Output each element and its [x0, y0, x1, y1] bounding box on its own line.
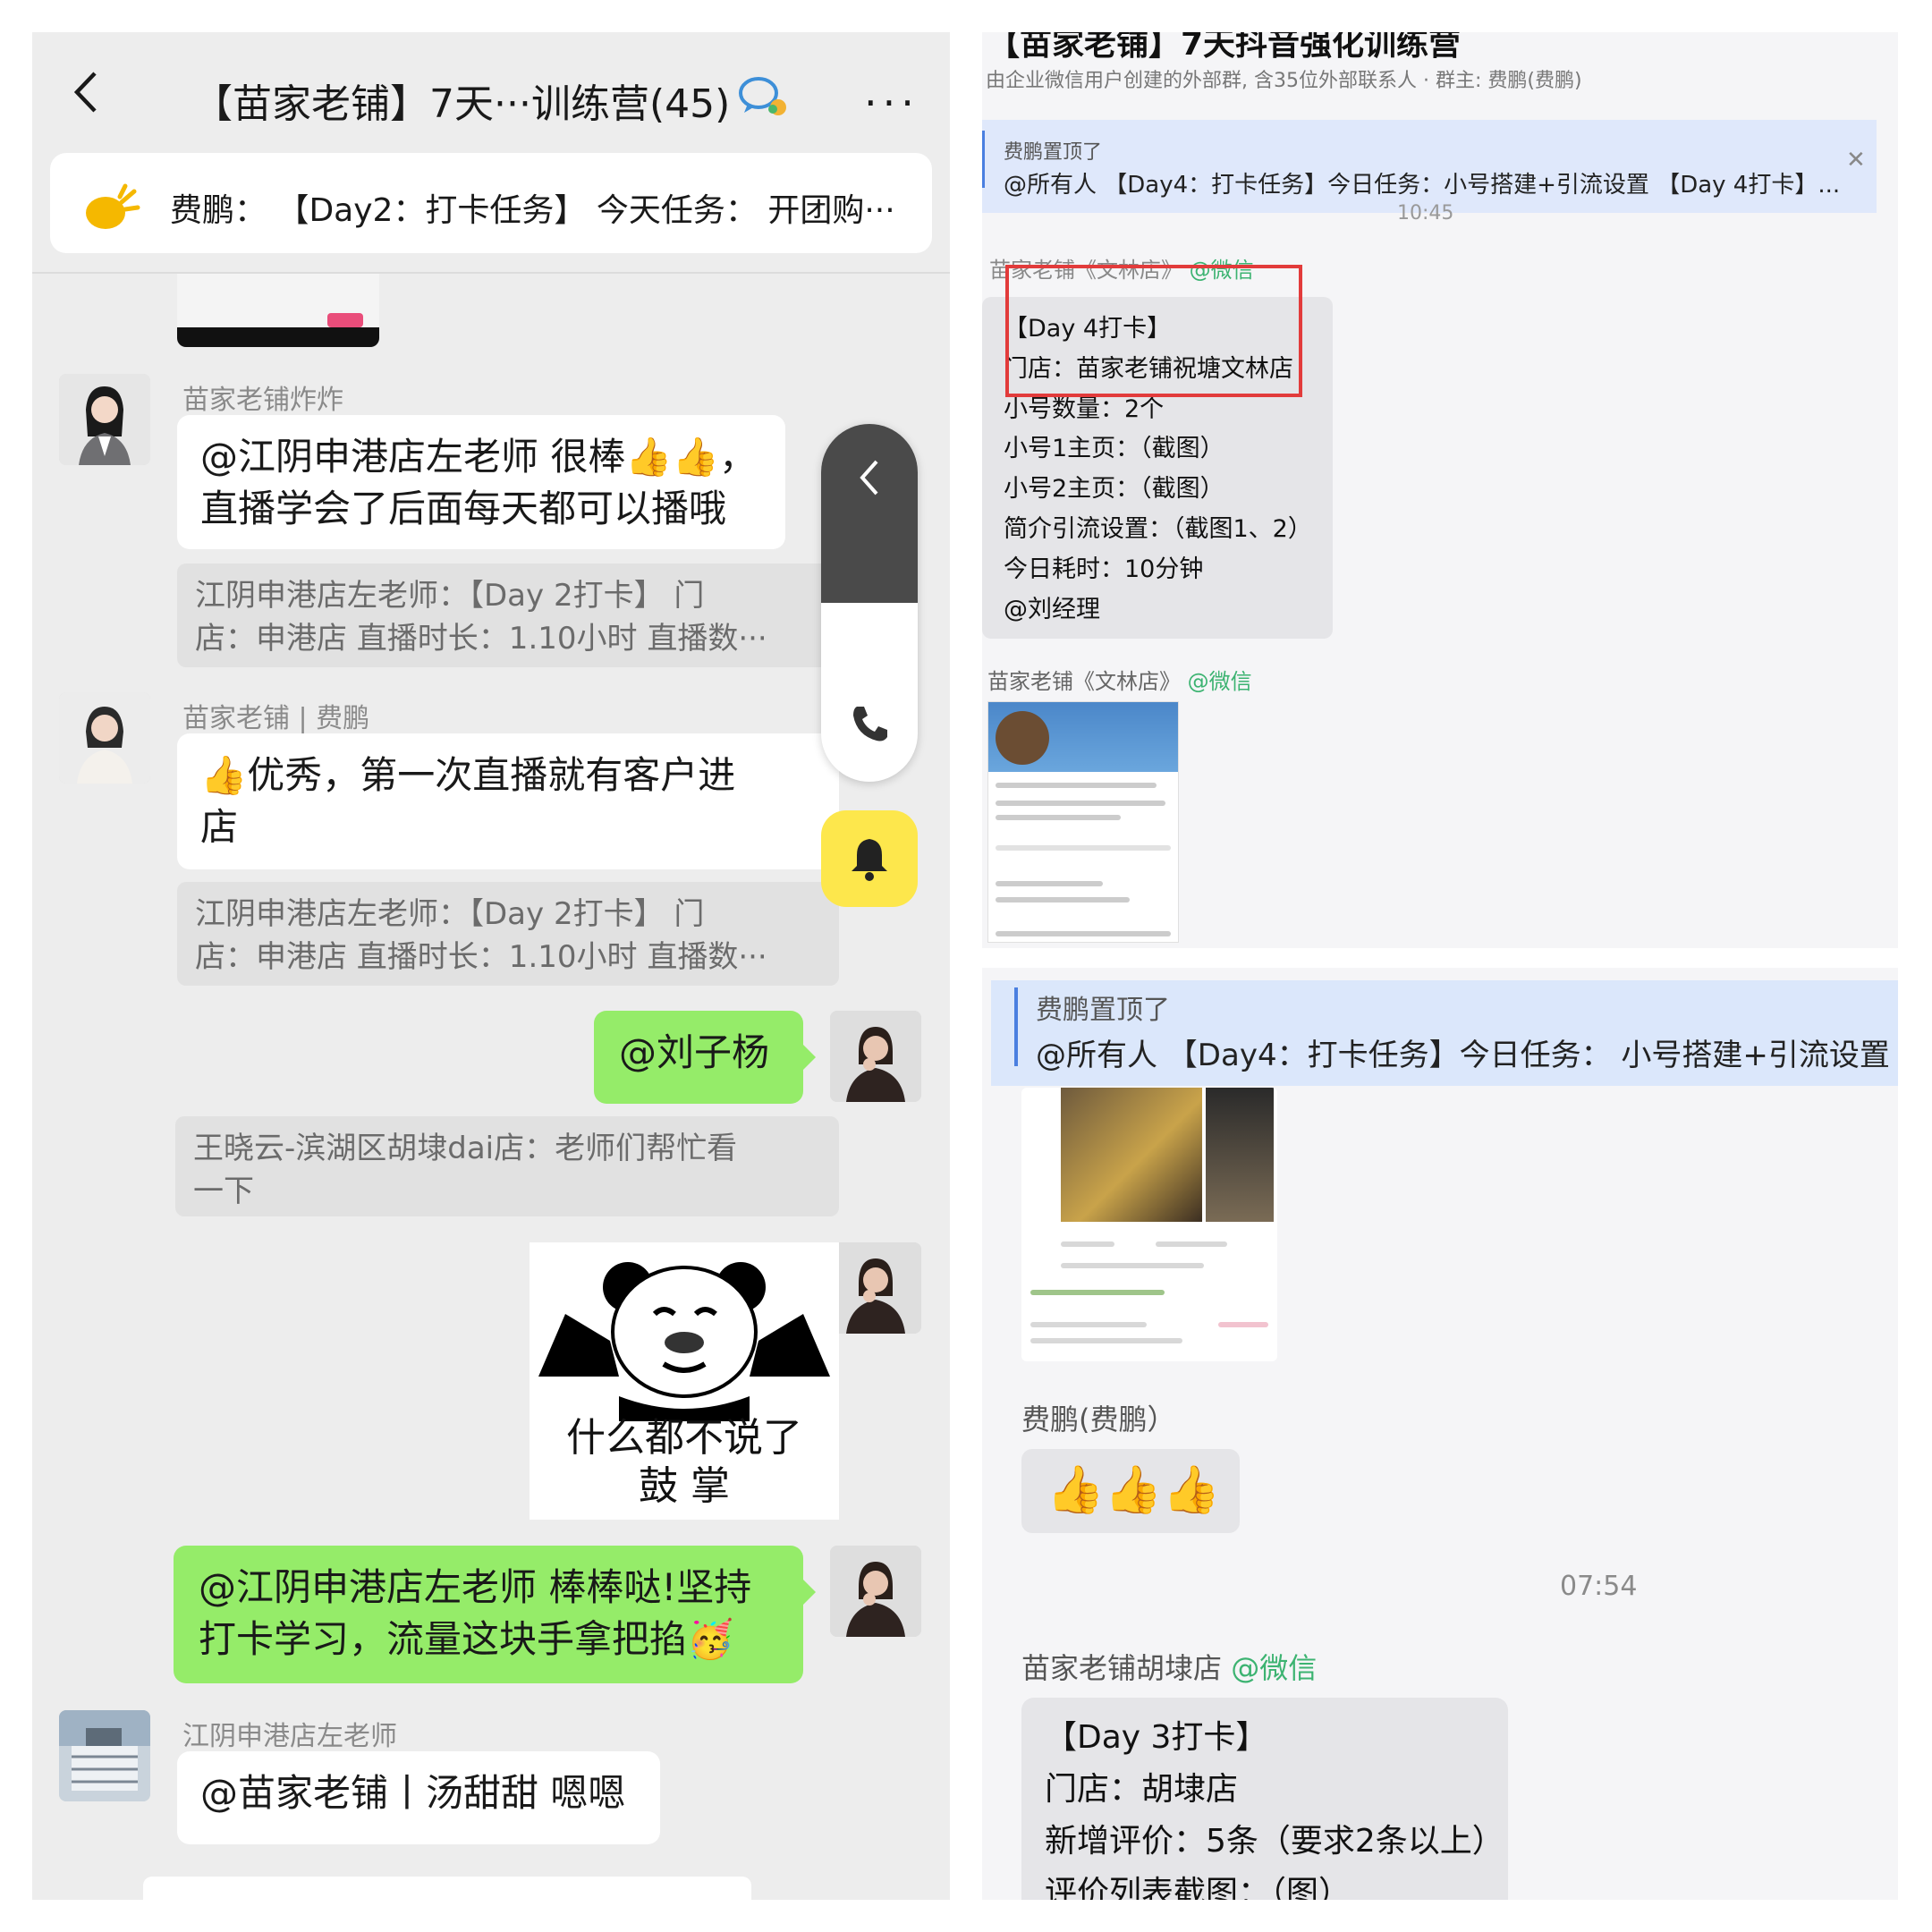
image-message-screenshot[interactable]: [1021, 1088, 1277, 1361]
desktop-chat-screen: 【苗家老铺】7天抖音强化训练营 由企业微信用户创建的外部群, 含35位外部联系人…: [982, 32, 1898, 1900]
avatar[interactable]: [59, 1710, 150, 1801]
message-text: @苗家老铺丨汤甜甜 嗯嗯: [200, 1771, 626, 1815]
bell-button[interactable]: [821, 810, 918, 907]
quoted-message[interactable]: 江阴申港店左老师：【Day 2打卡】 门 店：申港店 直播时长：1.10小时 直…: [177, 882, 839, 986]
sender-name: 苗家老铺炸炸: [182, 385, 343, 416]
avatar[interactable]: [830, 1011, 921, 1102]
quoted-message[interactable]: 王晓云-滨湖区胡埭dai店：老师们帮忙看 一下: [175, 1116, 839, 1216]
panda-meme-icon: [538, 1262, 830, 1421]
chat-title: 【苗家老铺】7天···训练营(45): [193, 81, 731, 127]
divider: [32, 272, 950, 274]
pinned-by: 费鹏置顶了: [1004, 141, 1103, 164]
pinned-message-text: 费鹏： 【Day2：打卡任务】 今天任务： 开团购···: [170, 192, 895, 229]
sender-label: 苗家老铺《文林店》: [987, 669, 1181, 694]
avatar[interactable]: [59, 692, 150, 784]
sticker-caption-line: 什么都不说了: [566, 1415, 802, 1461]
message-text-line: 店: [200, 805, 239, 849]
pinned-text: @所有人 【Day4：打卡任务】今日任务： 小号搭建+引流设置: [1036, 1038, 1890, 1073]
message-text-line: 打卡学习，流量这块手拿把掐🥳: [199, 1617, 734, 1661]
avatar[interactable]: [830, 1242, 921, 1334]
message-bubble-own[interactable]: @刘子杨: [594, 1011, 803, 1104]
pin-announcement-icon: [86, 183, 140, 229]
quote-line: 店：申港店 直播时长：1.10小时 直播数···: [195, 939, 767, 975]
message-bubble[interactable]: @江阴申港店左老师 很棒👍👍， 直播学会了后面每天都可以播哦: [177, 415, 785, 549]
pinned-by: 费鹏置顶了: [1036, 995, 1170, 1026]
quoted-message[interactable]: 江阴申港店左老师：【Day 2打卡】 门 店：申港店 直播时长：1.10小时 直…: [177, 564, 839, 667]
floating-call-widget[interactable]: [821, 424, 918, 782]
bubble-tail: [803, 1045, 816, 1070]
message-text: @刘子杨: [619, 1030, 770, 1074]
close-icon[interactable]: ✕: [1846, 147, 1866, 174]
group-title: 【苗家老铺】7天抖音强化训练营: [987, 32, 1462, 63]
pinned-text: @所有人 【Day4：打卡任务】今日任务：小号搭建+引流设置 【Day 4打卡】…: [1004, 172, 1841, 199]
message-bubble-own[interactable]: @江阴申港店左老师 棒棒哒!坚持 打卡学习，流量这块手拿把掐🥳: [174, 1546, 803, 1683]
wechat-tag: @微信: [1187, 669, 1252, 694]
message-input[interactable]: [143, 1877, 751, 1900]
sender-name: 费鹏(费鹏）: [1021, 1402, 1176, 1436]
group-subtitle: 由企业微信用户创建的外部群, 含35位外部联系人 · 群主: 费鹏(费鹏): [986, 70, 1582, 92]
bubble-tail: [803, 1580, 816, 1605]
message-bubble[interactable]: @苗家老铺丨汤甜甜 嗯嗯: [177, 1751, 660, 1844]
back-chevron-icon[interactable]: [68, 70, 107, 114]
sender-name: 江阴申港店左老师: [182, 1721, 397, 1752]
checkin-text: 【Day 3打卡】 门店：胡埭店 新增评价：5条（要求2条以上） 评价列表截图：…: [1045, 1719, 1504, 1900]
sender-label: 苗家老铺胡埭店: [1021, 1651, 1223, 1685]
section-divider: [982, 948, 1898, 968]
sticker-caption: 什么都不说了 鼓 掌: [530, 1414, 839, 1511]
sender-name: 苗家老铺胡埭店 @微信: [1021, 1646, 1317, 1687]
timestamp: 10:45: [1397, 202, 1454, 225]
quote-line: 店：申港店 直播时长：1.10小时 直播数···: [195, 621, 767, 657]
collapse-chevron-icon[interactable]: [855, 458, 884, 497]
image-message-thumbnail[interactable]: [177, 274, 379, 347]
message-text-line: 👍优秀，第一次直播就有客户进: [200, 753, 736, 797]
message-text-line: 直播学会了后面每天都可以播哦: [200, 487, 727, 530]
image-message-screenshot[interactable]: [987, 701, 1179, 943]
message-text-line: @江阴申港店左老师 棒棒哒!坚持: [199, 1565, 752, 1609]
avatar[interactable]: [59, 374, 150, 465]
thumbs-up-emoji: 👍👍👍: [1046, 1463, 1221, 1517]
timestamp: 07:54: [1560, 1571, 1638, 1602]
bell-icon: [852, 839, 887, 881]
avatar[interactable]: [830, 1546, 921, 1637]
sender-name: 苗家老铺 | 费鹏: [182, 703, 370, 734]
quote-line: 王晓云-滨湖区胡埭dai店：老师们帮忙看: [193, 1131, 738, 1166]
highlight-box: [1005, 265, 1302, 397]
sticker-caption-line: 鼓 掌: [639, 1463, 730, 1509]
wechat-tag: @微信: [1231, 1651, 1318, 1685]
message-text-line: @江阴申港店左老师 很棒👍👍，: [200, 435, 757, 479]
message-bubble[interactable]: 👍优秀，第一次直播就有客户进 店: [177, 733, 839, 869]
chat-bubbles-icon: [739, 77, 786, 115]
quote-line: 江阴申港店左老师：【Day 2打卡】 门: [195, 896, 705, 932]
phone-icon[interactable]: [848, 701, 893, 746]
sender-name: 苗家老铺《文林店》 @微信: [987, 664, 1252, 695]
quote-line: 江阴申港店左老师：【Day 2打卡】 门: [195, 578, 705, 614]
quote-line: 一下: [193, 1174, 254, 1209]
mobile-chat-screen: 【苗家老铺】7天···训练营(45) ··· 费鹏： 【Day2：打卡任务】 今…: [32, 32, 950, 1900]
more-icon[interactable]: ···: [864, 82, 919, 123]
